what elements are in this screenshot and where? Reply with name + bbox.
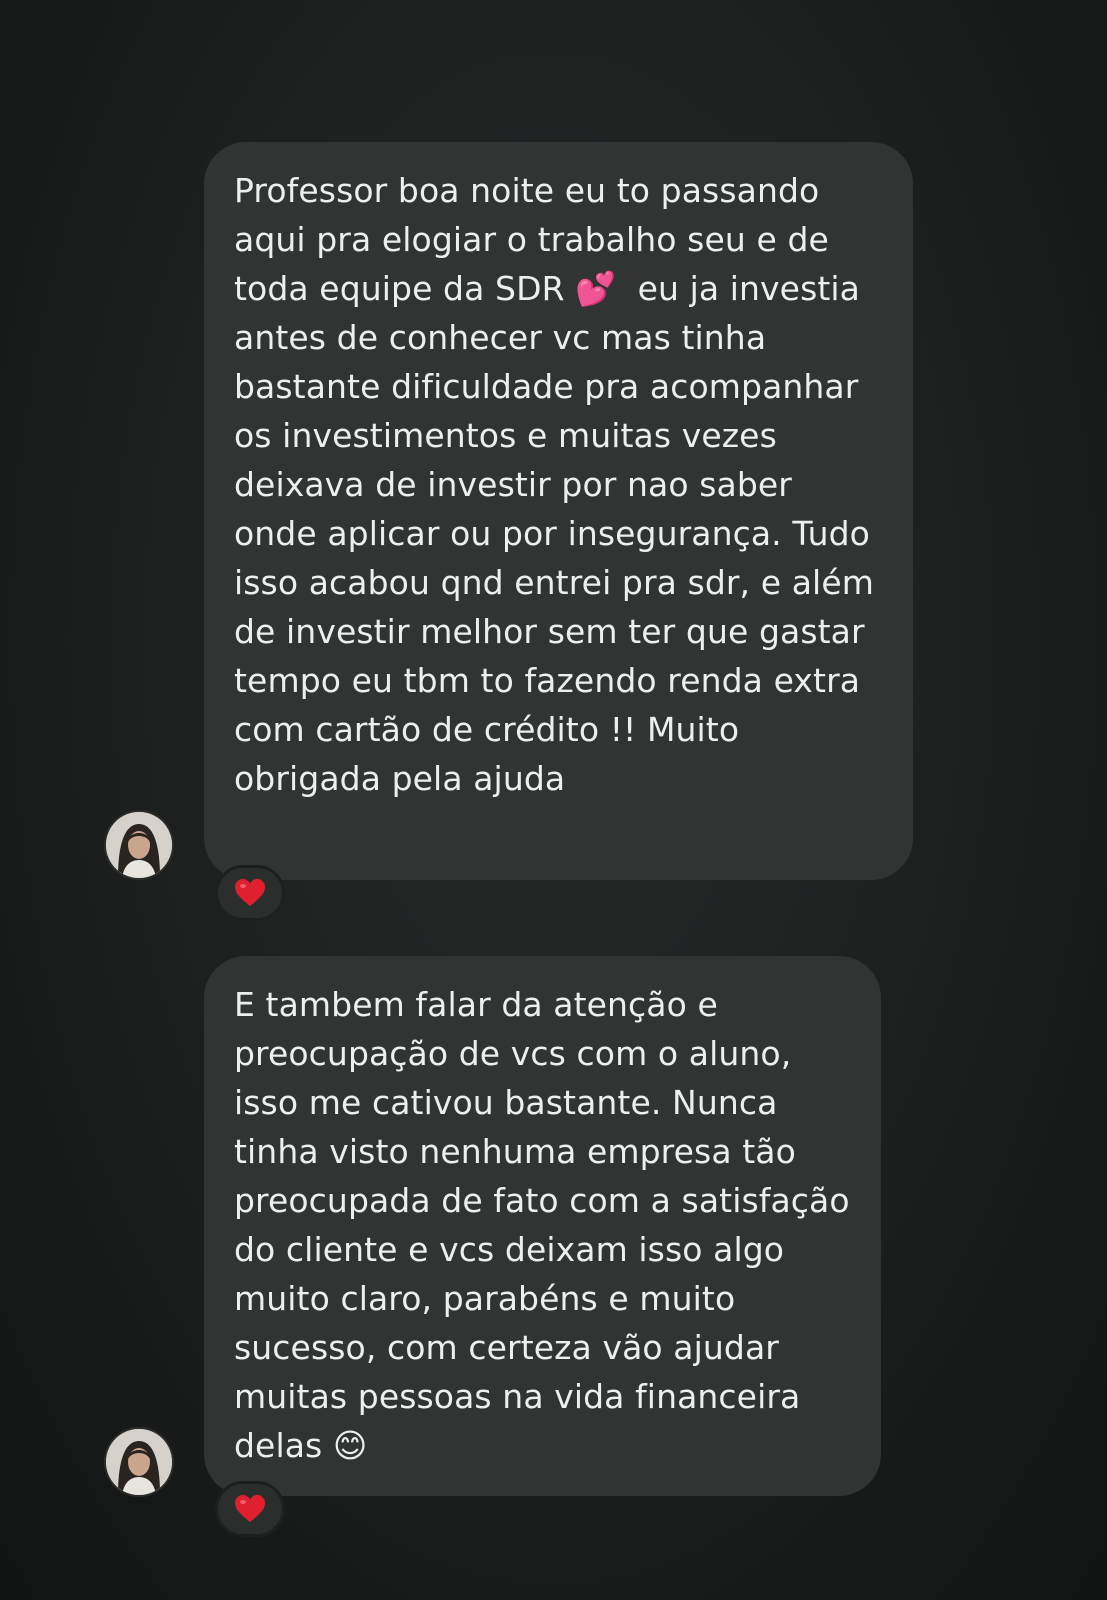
reaction-badge[interactable] [215,1481,285,1537]
avatar-photo-icon [106,1429,172,1495]
heart-icon [235,1495,265,1522]
sender-avatar[interactable] [106,1429,172,1495]
message-text: E tambem falar da atenção e preocupação … [234,985,861,1465]
message-bubble[interactable]: Professor boa noite eu to passando aqui … [204,142,913,880]
heart-icon [235,879,265,906]
message-bubble[interactable]: E tambem falar da atenção e preocupação … [204,956,881,1496]
message-text: Professor boa noite eu to passando aqui … [234,171,885,798]
message-thread: Professor boa noite eu to passando aqui … [0,0,1107,1600]
avatar-photo-icon [106,812,172,878]
reaction-badge[interactable] [215,865,285,921]
sender-avatar[interactable] [106,812,172,878]
